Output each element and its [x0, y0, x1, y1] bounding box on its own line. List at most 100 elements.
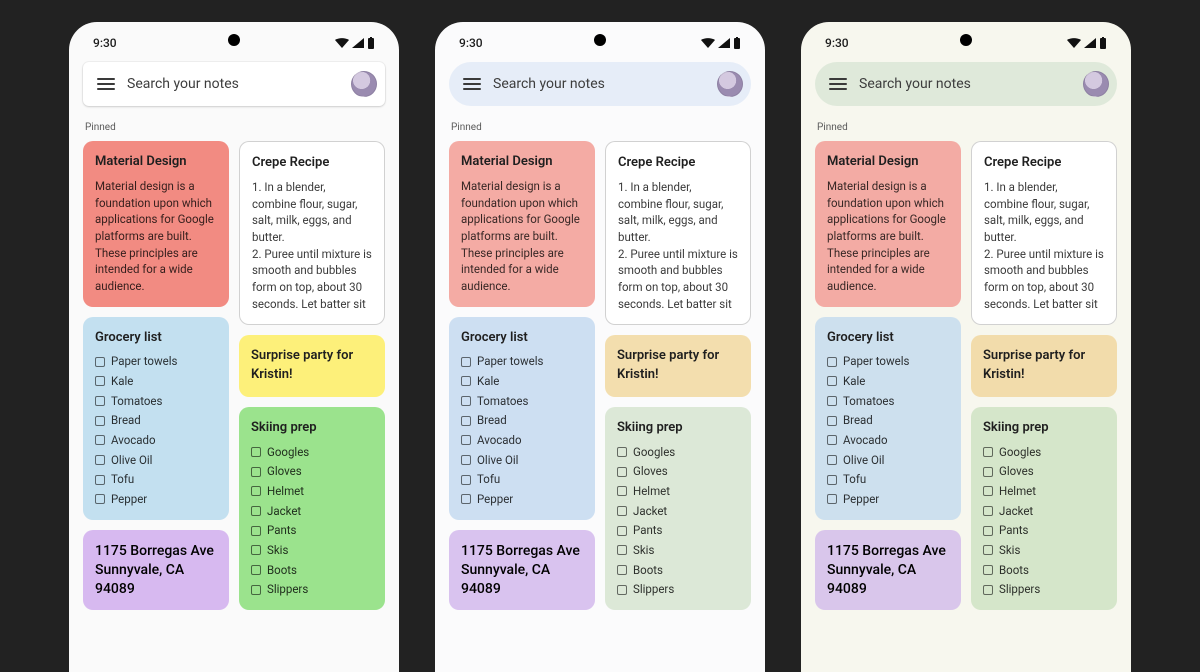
- checkbox-icon[interactable]: [95, 396, 105, 406]
- checkbox-icon[interactable]: [251, 526, 261, 536]
- checkbox-icon[interactable]: [251, 565, 261, 575]
- note-grocery-list[interactable]: Grocery list Paper towelsKaleTomatoesBre…: [815, 317, 961, 520]
- checkbox-icon[interactable]: [983, 467, 993, 477]
- checklist-item[interactable]: Helmet: [617, 483, 739, 500]
- checkbox-icon[interactable]: [617, 565, 627, 575]
- checklist-item[interactable]: Pepper: [95, 491, 217, 508]
- search-input[interactable]: Search your notes: [127, 76, 339, 92]
- checklist-item[interactable]: Gloves: [983, 463, 1105, 480]
- checklist-item[interactable]: Slippers: [617, 581, 739, 598]
- checkbox-icon[interactable]: [251, 506, 261, 516]
- checkbox-icon[interactable]: [983, 545, 993, 555]
- checklist-item[interactable]: Kale: [827, 373, 949, 390]
- note-skiing-prep[interactable]: Skiing prep GooglesGlovesHelmetJacketPan…: [971, 407, 1117, 610]
- checklist-item[interactable]: Tomatoes: [461, 393, 583, 410]
- note-material-design[interactable]: Material Design Material design is a fou…: [83, 141, 229, 307]
- avatar[interactable]: [1083, 71, 1109, 97]
- note-skiing-prep[interactable]: Skiing prep GooglesGlovesHelmetJacketPan…: [239, 407, 385, 610]
- note-address[interactable]: 1175 Borregas Ave Sunnyvale, CA 94089: [449, 530, 595, 611]
- checkbox-icon[interactable]: [251, 447, 261, 457]
- checkbox-icon[interactable]: [251, 545, 261, 555]
- note-address[interactable]: 1175 Borregas Ave Sunnyvale, CA 94089: [815, 530, 961, 611]
- checklist-item[interactable]: Pepper: [461, 491, 583, 508]
- checklist-item[interactable]: Pants: [983, 522, 1105, 539]
- checklist-item[interactable]: Pepper: [827, 491, 949, 508]
- checkbox-icon[interactable]: [983, 526, 993, 536]
- checkbox-icon[interactable]: [983, 506, 993, 516]
- note-material-design[interactable]: Material Design Material design is a fou…: [449, 141, 595, 307]
- note-crepe-recipe[interactable]: Crepe Recipe 1. In a blender, combine fl…: [971, 141, 1117, 325]
- search-bar[interactable]: Search your notes: [815, 62, 1117, 106]
- checkbox-icon[interactable]: [983, 486, 993, 496]
- checklist-item[interactable]: Paper towels: [461, 353, 583, 370]
- note-surprise-party[interactable]: Surprise party for Kristin!: [605, 335, 751, 397]
- checklist-item[interactable]: Helmet: [983, 483, 1105, 500]
- checkbox-icon[interactable]: [461, 455, 471, 465]
- checklist-item[interactable]: Olive Oil: [95, 452, 217, 469]
- note-surprise-party[interactable]: Surprise party for Kristin!: [971, 335, 1117, 397]
- hamburger-icon[interactable]: [463, 78, 481, 90]
- checklist-item[interactable]: Googles: [251, 444, 373, 461]
- checkbox-icon[interactable]: [827, 494, 837, 504]
- checklist-item[interactable]: Paper towels: [827, 353, 949, 370]
- note-skiing-prep[interactable]: Skiing prep GooglesGlovesHelmetJacketPan…: [605, 407, 751, 610]
- note-crepe-recipe[interactable]: Crepe Recipe 1. In a blender, combine fl…: [605, 141, 751, 325]
- checkbox-icon[interactable]: [95, 494, 105, 504]
- checklist-item[interactable]: Pants: [617, 522, 739, 539]
- note-address[interactable]: 1175 Borregas Ave Sunnyvale, CA 94089: [83, 530, 229, 611]
- note-material-design[interactable]: Material Design Material design is a fou…: [815, 141, 961, 307]
- checkbox-icon[interactable]: [461, 357, 471, 367]
- checklist-item[interactable]: Bread: [95, 412, 217, 429]
- note-surprise-party[interactable]: Surprise party for Kristin!: [239, 335, 385, 397]
- checklist-item[interactable]: Pants: [251, 522, 373, 539]
- search-bar[interactable]: Search your notes: [83, 62, 385, 106]
- checkbox-icon[interactable]: [617, 545, 627, 555]
- checklist-item[interactable]: Bread: [461, 412, 583, 429]
- checkbox-icon[interactable]: [617, 467, 627, 477]
- checkbox-icon[interactable]: [827, 455, 837, 465]
- checklist-item[interactable]: Bread: [827, 412, 949, 429]
- checkbox-icon[interactable]: [95, 435, 105, 445]
- note-grocery-list[interactable]: Grocery list Paper towelsKaleTomatoesBre…: [449, 317, 595, 520]
- checkbox-icon[interactable]: [251, 585, 261, 595]
- checklist-item[interactable]: Tofu: [827, 471, 949, 488]
- checklist-item[interactable]: Tomatoes: [827, 393, 949, 410]
- checkbox-icon[interactable]: [95, 416, 105, 426]
- checkbox-icon[interactable]: [617, 506, 627, 516]
- search-bar[interactable]: Search your notes: [449, 62, 751, 106]
- checkbox-icon[interactable]: [461, 494, 471, 504]
- checkbox-icon[interactable]: [983, 447, 993, 457]
- checkbox-icon[interactable]: [827, 435, 837, 445]
- checklist-item[interactable]: Skis: [251, 542, 373, 559]
- checkbox-icon[interactable]: [461, 416, 471, 426]
- checkbox-icon[interactable]: [827, 396, 837, 406]
- checklist-item[interactable]: Tofu: [461, 471, 583, 488]
- checklist-item[interactable]: Slippers: [251, 581, 373, 598]
- checkbox-icon[interactable]: [251, 486, 261, 496]
- checklist-item[interactable]: Gloves: [251, 463, 373, 480]
- checkbox-icon[interactable]: [461, 376, 471, 386]
- checklist-item[interactable]: Skis: [617, 542, 739, 559]
- avatar[interactable]: [717, 71, 743, 97]
- hamburger-icon[interactable]: [829, 78, 847, 90]
- checkbox-icon[interactable]: [461, 435, 471, 445]
- checklist-item[interactable]: Gloves: [617, 463, 739, 480]
- note-crepe-recipe[interactable]: Crepe Recipe 1. In a blender, combine fl…: [239, 141, 385, 325]
- checklist-item[interactable]: Kale: [95, 373, 217, 390]
- checklist-item[interactable]: Boots: [251, 562, 373, 579]
- checklist-item[interactable]: Slippers: [983, 581, 1105, 598]
- checkbox-icon[interactable]: [95, 475, 105, 485]
- checklist-item[interactable]: Googles: [617, 444, 739, 461]
- search-input[interactable]: Search your notes: [859, 76, 1071, 92]
- checkbox-icon[interactable]: [617, 526, 627, 536]
- checkbox-icon[interactable]: [617, 585, 627, 595]
- checkbox-icon[interactable]: [827, 357, 837, 367]
- checklist-item[interactable]: Boots: [617, 562, 739, 579]
- checkbox-icon[interactable]: [827, 475, 837, 485]
- checklist-item[interactable]: Skis: [983, 542, 1105, 559]
- checklist-item[interactable]: Jacket: [251, 503, 373, 520]
- checklist-item[interactable]: Googles: [983, 444, 1105, 461]
- checkbox-icon[interactable]: [617, 486, 627, 496]
- note-grocery-list[interactable]: Grocery list Paper towelsKaleTomatoesBre…: [83, 317, 229, 520]
- checklist-item[interactable]: Tofu: [95, 471, 217, 488]
